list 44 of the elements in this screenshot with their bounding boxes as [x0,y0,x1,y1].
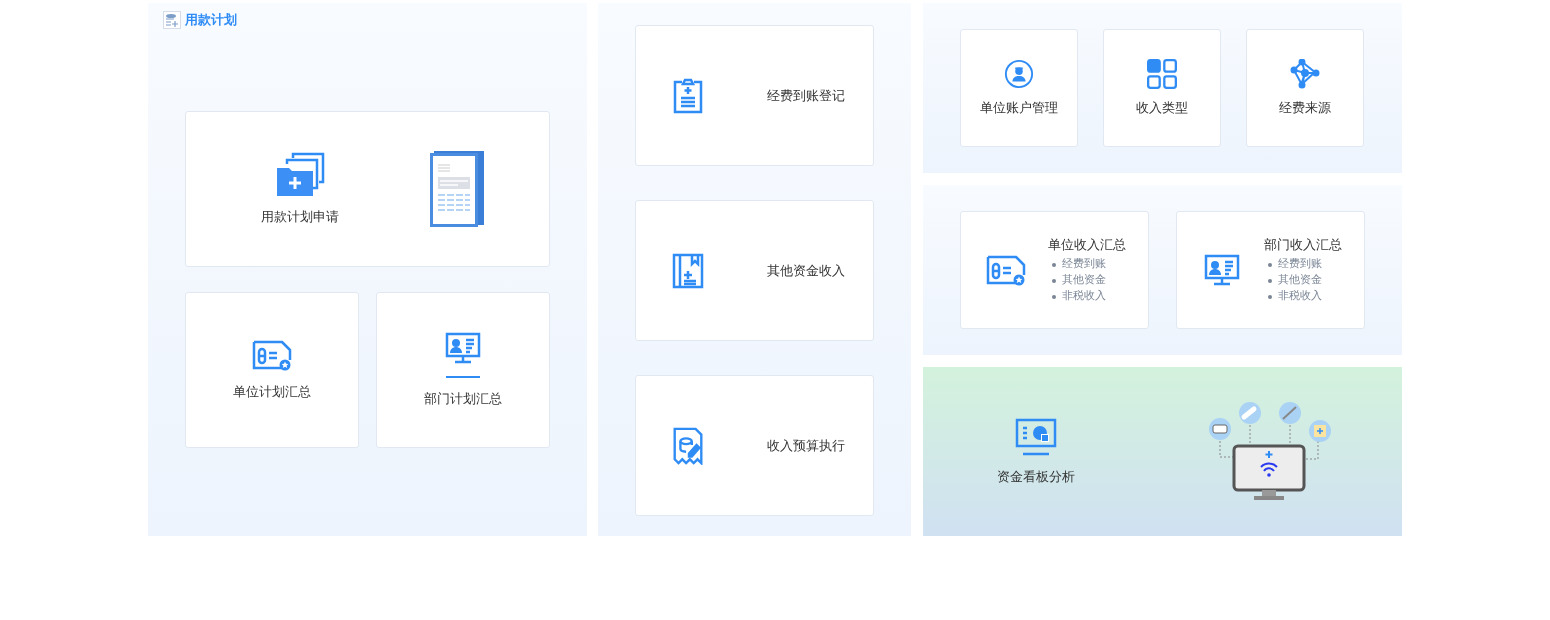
summary-item[interactable]: 其他资金 [1048,272,1126,288]
settings-card[interactable]: 收入类型 [1103,29,1221,147]
book-icon [672,251,704,290]
clipboard-icon [672,76,704,115]
income-summary-card[interactable]: 部门收入汇总 经费到账 其他资金 非税收入 [1176,211,1365,329]
apply-card[interactable]: 用款计划申请 [185,111,550,267]
card-label: 单位计划汇总 [233,383,311,401]
card-label: 其他资金收入 [767,261,845,280]
card-label: 经费到账登记 [767,86,845,105]
summary-card[interactable]: 单位计划汇总 [185,292,359,448]
monitor-icon [443,332,483,364]
card-label: 经费来源 [1279,99,1331,117]
income-card[interactable]: 收入预算执行 [635,375,874,516]
monitor-icon [1202,254,1242,286]
card-label: 用款计划申请 [261,208,340,226]
card-label: 部门计划汇总 [424,390,502,408]
summary-item[interactable]: 经费到账 [1048,256,1126,272]
income-card[interactable]: 其他资金收入 [635,200,874,341]
dashboard-icon [1015,417,1057,456]
dashboard-label: 资金看板分析 [997,467,1075,486]
summary-card[interactable]: 部门计划汇总 [376,292,550,448]
summary-item[interactable]: 非税收入 [1264,288,1342,304]
summary-item[interactable]: 其他资金 [1264,272,1342,288]
database-icon [163,11,181,29]
income-summary-card[interactable]: 单位收入汇总 经费到账 其他资金 非税收入 [960,211,1149,329]
panel-title: 用款计划 [185,11,237,29]
card-label: 收入预算执行 [767,436,845,455]
card-title: 单位收入汇总 [1048,236,1126,254]
id-card-icon [986,254,1026,286]
dashboard-panel[interactable]: 资金看板分析 [923,367,1402,536]
income-card[interactable]: 经费到账登记 [635,25,874,166]
id-card-icon [252,339,292,371]
summary-item[interactable]: 经费到账 [1264,256,1342,272]
folders-icon [275,152,326,196]
card-title: 部门收入汇总 [1264,236,1342,254]
settings-card[interactable]: 单位账户管理 [960,29,1078,147]
receipt-icon [672,426,704,465]
settings-card[interactable]: 经费来源 [1246,29,1364,147]
network-icon [1290,59,1320,89]
summary-item[interactable]: 非税收入 [1048,288,1126,304]
card-label: 收入类型 [1136,99,1188,117]
grid-icon [1147,59,1177,89]
card-label: 单位账户管理 [980,99,1058,117]
user-icon [1004,59,1034,89]
